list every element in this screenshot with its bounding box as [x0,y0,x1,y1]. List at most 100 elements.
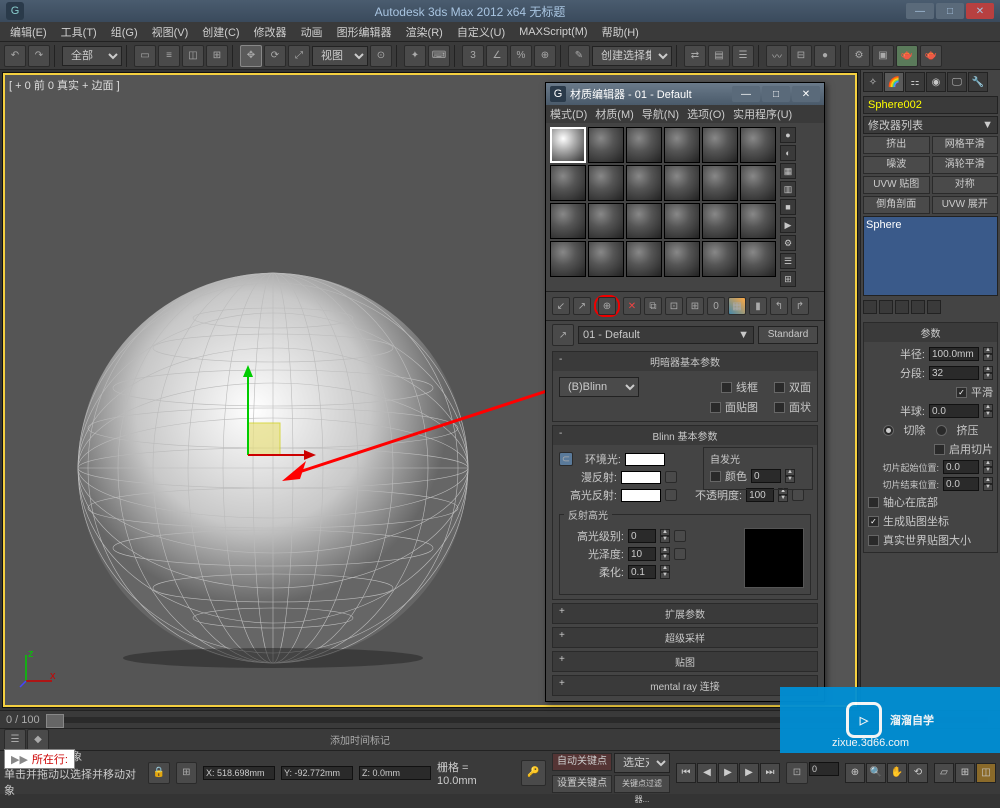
sample-slot-5[interactable] [702,127,738,163]
render-iterative-button[interactable]: 🫖 [920,45,942,67]
put-to-library-button[interactable]: ⊞ [686,297,704,315]
keyfilter-button[interactable]: 关键点过滤器... [614,775,670,793]
hemisphere-spinner[interactable]: 0.0 [929,404,979,418]
show-end-result-button[interactable]: ▮ [749,297,767,315]
menu-modifiers[interactable]: 修改器 [248,22,293,42]
go-parent-button[interactable]: ↰ [770,297,788,315]
video-color-button[interactable]: ■ [780,199,796,215]
sample-slot-18[interactable] [740,203,776,239]
sample-slot-14[interactable] [588,203,624,239]
mentalray-header[interactable]: mental ray 连接 [553,676,817,695]
gloss-spinner[interactable]: 10 [628,547,656,561]
select-by-mat-button[interactable]: ☰ [780,253,796,269]
mat-menu-nav[interactable]: 导航(N) [642,106,679,122]
material-name-dropdown[interactable]: 01 - Default▼ [578,326,754,344]
gloss-map-button[interactable] [674,548,686,560]
make-copy-button[interactable]: ⧉ [644,297,662,315]
chop-radio[interactable] [883,425,894,436]
stack-item-sphere[interactable]: Sphere [866,219,995,231]
menu-view[interactable]: 视图(V) [146,22,195,42]
diffuse-map-button[interactable] [665,471,677,483]
sliceon-checkbox[interactable] [934,444,945,455]
opacity-spinner[interactable]: 100 [746,488,774,502]
sample-type-button[interactable]: ● [780,127,796,143]
mat-minimize-button[interactable]: — [732,86,760,102]
matmap-nav-button[interactable]: ⊞ [780,271,796,287]
smooth-checkbox[interactable]: ✓ [956,387,967,398]
sample-slot-11[interactable] [702,165,738,201]
make-unique-mat-button[interactable]: ⊡ [665,297,683,315]
menu-animation[interactable]: 动画 [295,22,329,42]
sample-slot-8[interactable] [588,165,624,201]
menu-grapheditors[interactable]: 图形编辑器 [331,22,398,42]
ambient-swatch[interactable] [625,453,665,466]
menu-maxscript[interactable]: MAXScript(M) [513,24,593,40]
realworld-checkbox[interactable] [868,535,879,546]
specular-swatch[interactable] [621,489,661,502]
move-button[interactable]: ✥ [240,45,262,67]
show-end-button[interactable] [879,300,893,314]
modify-tab[interactable]: 🌈 [884,72,904,92]
render-frame-button[interactable]: ▣ [872,45,894,67]
mod-meshsmooth[interactable]: 网格平滑 [932,136,999,154]
object-name-input[interactable] [863,96,998,114]
mod-bevelprofile[interactable]: 倒角剖面 [863,196,930,214]
soften-spinner[interactable]: 0.1 [628,565,656,579]
sample-slot-24[interactable] [740,241,776,277]
sliceto-spinner[interactable]: 0.0 [943,477,979,491]
blinn-basic-header[interactable]: Blinn 基本参数 [553,426,817,445]
mod-uvwmap[interactable]: UVW 贴图 [863,176,930,194]
material-editor-button[interactable]: ● [814,45,836,67]
modifier-list-dropdown[interactable]: 修改器列表▼ [863,116,998,134]
menu-group[interactable]: 组(G) [105,22,144,42]
sample-slot-12[interactable] [740,165,776,201]
menu-tools[interactable]: 工具(T) [55,22,103,42]
reset-map-button[interactable]: ✕ [623,297,641,315]
sample-slot-20[interactable] [588,241,624,277]
create-tab[interactable]: ✧ [863,72,883,92]
refcoord-dropdown[interactable]: 视图 [312,46,368,66]
undo-button[interactable]: ↶ [4,45,26,67]
configure-button[interactable] [927,300,941,314]
mat-menu-mode[interactable]: 模式(D) [550,106,587,122]
percent-snap-button[interactable]: % [510,45,532,67]
matid-button[interactable]: 0 [707,297,725,315]
background-button[interactable]: ▦ [780,163,796,179]
rotate-button[interactable]: ⟳ [264,45,286,67]
wire-checkbox[interactable] [721,382,732,393]
manipulate-button[interactable]: ✦ [404,45,426,67]
speclevel-map-button[interactable] [674,530,686,542]
make-unique-button[interactable] [895,300,909,314]
facemap-checkbox[interactable] [710,402,721,413]
spinner-snap-button[interactable]: ⊕ [534,45,556,67]
menu-create[interactable]: 创建(C) [196,22,245,42]
keyboard-shortcut-button[interactable]: ⌨ [428,45,450,67]
align-button[interactable]: ▤ [708,45,730,67]
sample-slot-17[interactable] [702,203,738,239]
options-button[interactable]: ⚙ [780,235,796,251]
mirror-button[interactable]: ⇄ [684,45,706,67]
sample-uv-button[interactable]: ▥ [780,181,796,197]
genmap-checkbox[interactable]: ✓ [868,516,879,527]
sample-slot-13[interactable] [550,203,586,239]
move-gizmo[interactable] [238,363,318,483]
sample-slot-22[interactable] [664,241,700,277]
slicefrom-spinner[interactable]: 0.0 [943,460,979,474]
sample-slot-21[interactable] [626,241,662,277]
schematic-button[interactable]: ⊟ [790,45,812,67]
window-crossing-button[interactable]: ⊞ [206,45,228,67]
opacity-map-button[interactable] [792,489,804,501]
snap-button[interactable]: 3 [462,45,484,67]
select-region-button[interactable]: ◫ [182,45,204,67]
mod-symmetry[interactable]: 对称 [932,176,999,194]
menu-help[interactable]: 帮助(H) [596,22,645,42]
current-frame-input[interactable] [809,762,839,776]
sample-slot-3[interactable] [626,127,662,163]
addtime-label[interactable]: 添加时间标记 [330,732,390,747]
diffuse-swatch[interactable] [621,471,661,484]
make-preview-button[interactable]: ▶ [780,217,796,233]
selfillum-color-checkbox[interactable] [710,471,721,482]
sample-slot-4[interactable] [664,127,700,163]
get-material-button[interactable]: ↙ [552,297,570,315]
maxscript-prompt[interactable]: ▶▶ 所在行: [4,749,75,769]
